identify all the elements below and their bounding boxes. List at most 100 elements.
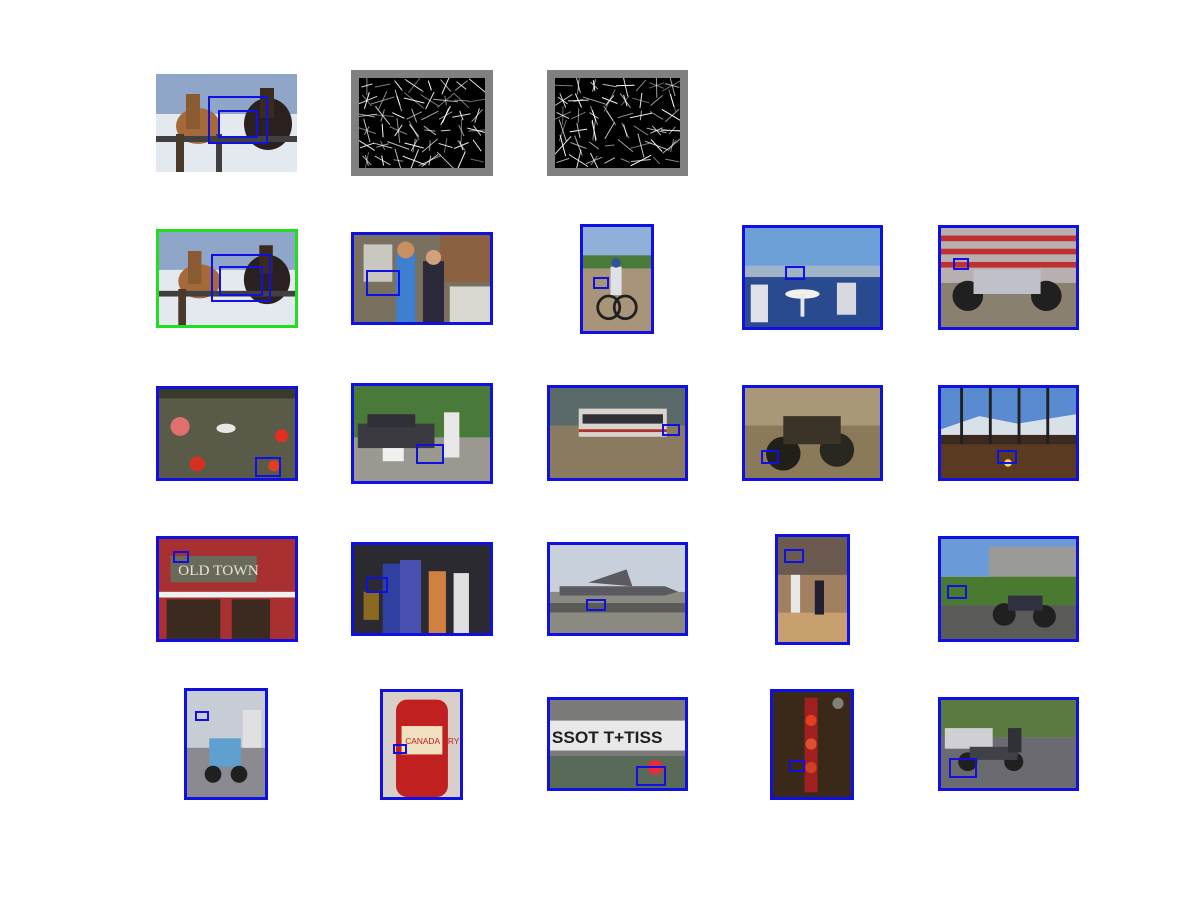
hog-stroke: [576, 149, 582, 168]
hog-stroke: [392, 112, 405, 119]
result-banner-race: SSOT T+TISS: [547, 697, 688, 791]
result-costume-party: [351, 542, 493, 636]
jet-scene: [550, 545, 685, 633]
detection-box: [366, 577, 388, 593]
hog-stroke: [436, 151, 454, 168]
detection-box: [997, 450, 1017, 464]
hog-stroke: [617, 112, 634, 119]
hog-stroke: [387, 141, 410, 150]
result-motorcycle-silver: [938, 225, 1079, 330]
detection-box: [785, 266, 805, 280]
result-kitchen-people: [351, 232, 493, 325]
hog-stroke: [410, 149, 419, 168]
hog-stroke: [472, 139, 482, 152]
result-lantern-tree: [770, 689, 854, 800]
detection-box: [784, 549, 804, 563]
detection-box: [255, 457, 281, 477]
result-car-dogs: [351, 383, 493, 484]
detection-results-figure: OLD TOWN CANADA DRY SSOT T+TISS: [0, 0, 1200, 900]
hog-stroke: [394, 89, 403, 112]
detection-box: [173, 551, 189, 563]
hog-stroke: [577, 108, 580, 123]
detection-box: [761, 450, 779, 464]
hog-stroke: [440, 79, 452, 92]
lantern-scene: [773, 692, 851, 797]
soda-label-text: CANADA DRY: [405, 736, 459, 746]
hog-stroke: [664, 108, 680, 123]
result-deck-tables: [742, 225, 883, 330]
hog-stroke: [644, 140, 669, 151]
query-image-top: [156, 74, 297, 172]
result-pond-swan: [156, 386, 298, 481]
motorcycle-scene: [941, 228, 1076, 327]
detection-box: [218, 110, 258, 138]
hog-stroke: [394, 148, 402, 168]
hog-stroke: [409, 124, 420, 137]
detection-box: [195, 711, 209, 721]
window-scene: [941, 388, 1076, 478]
hog-stroke: [559, 134, 567, 157]
hog-stroke: [556, 157, 570, 164]
hog-cells: [555, 78, 680, 168]
hog-stroke: [370, 96, 395, 105]
result-cyclist: [580, 224, 654, 334]
result-motorcycle-parking: [938, 697, 1079, 791]
result-motorcycle-sepia: [742, 385, 883, 481]
detection-box: [219, 266, 263, 296]
hog-stroke: [420, 94, 440, 107]
hog-stroke: [651, 125, 662, 136]
hog-stroke: [649, 111, 664, 120]
banner-text: SSOT T+TISS: [552, 728, 663, 747]
detection-box: [593, 277, 609, 289]
hog-stroke: [359, 142, 375, 149]
detection-box: [366, 270, 400, 296]
hog-stroke: [620, 158, 631, 163]
result-basketball-gym: [775, 534, 850, 645]
hog-stroke: [630, 154, 652, 167]
result-motorcycle-lawn: [938, 536, 1079, 642]
hog-stroke: [362, 155, 372, 166]
detection-box: [949, 758, 977, 778]
hog-stroke: [407, 78, 421, 94]
hog-stroke: [637, 133, 645, 158]
detection-box: [586, 599, 606, 611]
detection-box: [393, 744, 407, 754]
detection-box: [953, 258, 969, 270]
result-window-mountains: [938, 385, 1079, 481]
hog-stroke: [470, 158, 484, 163]
hog-stroke: [623, 124, 628, 137]
hog-visualization-1: [351, 70, 493, 176]
hog-stroke: [605, 95, 615, 106]
hog-stroke: [467, 98, 485, 103]
hog-cells: [359, 78, 485, 168]
hog-stroke: [559, 93, 567, 108]
hog-stroke: [604, 144, 615, 147]
hog-stroke: [440, 129, 451, 132]
hog-stroke: [604, 121, 615, 140]
hog-stroke: [555, 84, 574, 87]
detection-box: [789, 760, 805, 772]
detection-box: [416, 444, 444, 464]
hog-stroke: [590, 155, 598, 166]
hog-stroke: [427, 80, 432, 91]
result-bus-field: [547, 385, 688, 481]
result-fighter-jet: [547, 542, 688, 636]
result-scooter-street: [184, 688, 268, 800]
hog-stroke: [633, 125, 649, 136]
hog-stroke: [665, 158, 680, 163]
hog-stroke: [604, 157, 616, 164]
query-image: [156, 229, 298, 328]
detection-box: [662, 424, 680, 436]
hog-stroke: [468, 78, 485, 93]
hog-stroke: [374, 83, 391, 88]
hog-stroke: [602, 83, 617, 88]
motorcycle-sepia-scene: [745, 388, 880, 478]
detection-box: [947, 585, 967, 599]
hog-stroke: [574, 135, 583, 156]
hog-stroke: [623, 94, 628, 107]
hog-stroke: [635, 79, 647, 92]
hog-stroke: [471, 108, 484, 123]
result-old-town-sign: OLD TOWN: [156, 536, 298, 642]
hog-stroke: [457, 140, 466, 151]
hog-stroke: [406, 111, 422, 120]
